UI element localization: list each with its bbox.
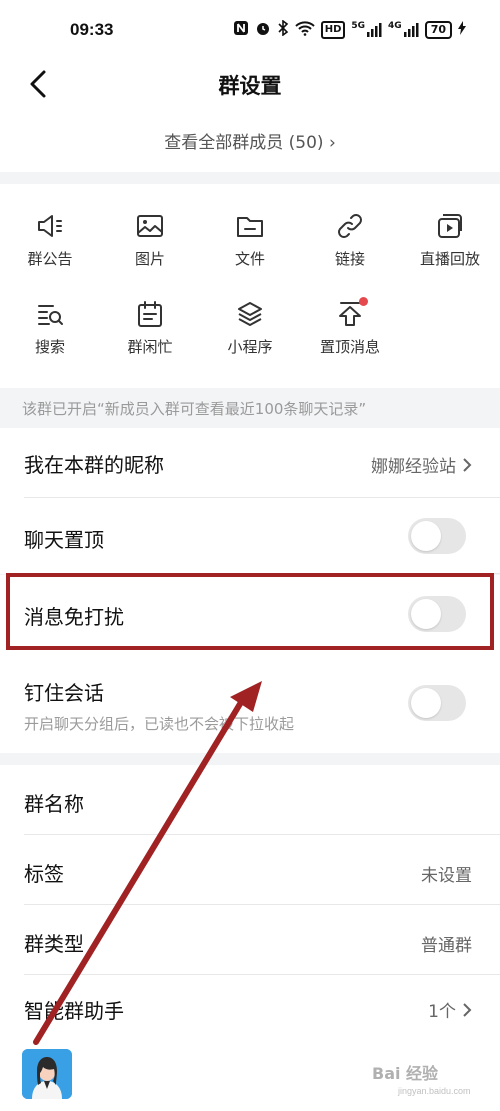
play-video-icon [438, 214, 462, 238]
members-row: 查看全部群成员 (50) › [0, 108, 500, 172]
grid-label: 链接 [334, 250, 365, 268]
grid-label: 图片 [134, 250, 165, 268]
nfc-icon [233, 20, 249, 40]
grid-item-live-replay[interactable]: 直播回放 [400, 184, 500, 268]
toggle-knob [411, 521, 441, 551]
grid-item-links[interactable]: 链接 [300, 184, 400, 268]
alarm-icon [255, 20, 271, 40]
grid-label: 搜索 [34, 338, 65, 356]
grid-label: 群闲忙 [127, 338, 173, 356]
grid-item-files[interactable]: 文件 [200, 184, 300, 268]
navbar: 群设置 [0, 62, 500, 108]
toggle-knob [411, 599, 441, 629]
pin-chat-label: 聊天置顶 [24, 528, 104, 552]
stick-sub-label: 开启聊天分组后，已读也不会被下拉收起 [24, 715, 295, 733]
group-type-value: 普通群 [421, 936, 472, 956]
mute-label: 消息免打扰 [24, 605, 124, 629]
charging-icon [458, 21, 466, 39]
status-time: 09:33 [70, 20, 114, 39]
watermark-url: jingyan.baidu.com [398, 1086, 471, 1096]
nickname-row[interactable]: 我在本群的昵称 娜娜经验站 [0, 428, 500, 498]
page-title: 群设置 [218, 74, 282, 98]
smart-assistant-label: 智能群助手 [24, 999, 124, 1023]
nickname-text: 娜娜经验站 [371, 457, 456, 477]
calendar-icon [138, 301, 162, 327]
notification-dot [359, 297, 368, 306]
signal-4g-icon: 4G [388, 22, 419, 38]
grid-label: 群公告 [27, 250, 73, 268]
folder-icon [237, 217, 263, 237]
chevron-right-icon [463, 1002, 472, 1017]
grid-label: 小程序 [227, 338, 273, 356]
nickname-label: 我在本群的昵称 [24, 453, 164, 477]
pin-chat-toggle[interactable] [408, 518, 466, 554]
grid-item-mini-program[interactable]: 小程序 [200, 272, 300, 356]
link-icon [338, 214, 362, 238]
group-type-row[interactable]: 群类型 普通群 [0, 905, 500, 975]
assistant-count: 1个 [428, 1002, 456, 1022]
grid-item-search[interactable]: 搜索 [0, 272, 100, 356]
notice-bar: 该群已开启“新成员入群可查看最近100条聊天记录” [0, 390, 500, 426]
group-name-label: 群名称 [24, 792, 84, 816]
stick-toggle[interactable] [408, 685, 466, 721]
pin-chat-row: 聊天置顶 [0, 498, 500, 574]
grid-item-announcement[interactable]: 群公告 [0, 184, 100, 268]
battery-icon: 70 [424, 21, 452, 39]
status-bar: 09:33 HD 5G 4G 70 [0, 0, 500, 62]
layers-icon [238, 302, 262, 326]
tag-value: 未设置 [421, 866, 472, 886]
grid-item-availability[interactable]: 群闲忙 [100, 272, 200, 356]
search-list-icon [38, 305, 63, 325]
toggle-knob [411, 688, 441, 718]
mute-toggle[interactable] [408, 596, 466, 632]
image-icon [137, 215, 163, 237]
avatar-woman-icon [22, 1049, 72, 1099]
group-type-label: 群类型 [24, 932, 84, 956]
avatar[interactable] [22, 1049, 72, 1099]
smart-assistant-value: 1个 [428, 997, 472, 1022]
grid-item-pinned-messages[interactable]: 置顶消息 [300, 272, 400, 356]
status-icons: HD 5G 4G 70 [233, 19, 466, 40]
wifi-icon [295, 20, 315, 40]
feature-grid: 群公告 图片 文件 链接 直播回放 搜索 群闲忙 小程序 置顶消息 [0, 184, 500, 388]
grid-label: 文件 [234, 250, 265, 268]
stick-session-row: 钉住会话 开启聊天分组后，已读也不会被下拉收起 [0, 653, 500, 753]
notice-text: 该群已开启“新成员入群可查看最近100条聊天记录” [22, 400, 367, 418]
nickname-value: 娜娜经验站 [371, 452, 472, 477]
group-name-row[interactable]: 群名称 [0, 765, 500, 835]
tag-label: 标签 [24, 862, 64, 886]
mute-row: 消息免打扰 [0, 575, 500, 653]
chevron-right-icon: › [328, 133, 336, 153]
view-all-members-link[interactable]: 查看全部群成员 (50) › [164, 128, 336, 153]
grid-label: 置顶消息 [319, 338, 380, 356]
bluetooth-icon [277, 19, 289, 40]
divider [24, 573, 500, 574]
signal-5g-icon: 5G [351, 22, 382, 38]
grid-label: 直播回放 [419, 250, 480, 268]
hd-icon: HD [320, 21, 346, 39]
members-label: 查看全部群成员 (50) [164, 133, 324, 153]
stick-label: 钉住会话 [24, 681, 104, 705]
grid-item-images[interactable]: 图片 [100, 184, 200, 268]
chevron-right-icon [463, 457, 472, 472]
watermark: Bai 经验 [372, 1064, 439, 1083]
megaphone-icon [38, 215, 62, 237]
tag-row[interactable]: 标签 未设置 [0, 835, 500, 905]
